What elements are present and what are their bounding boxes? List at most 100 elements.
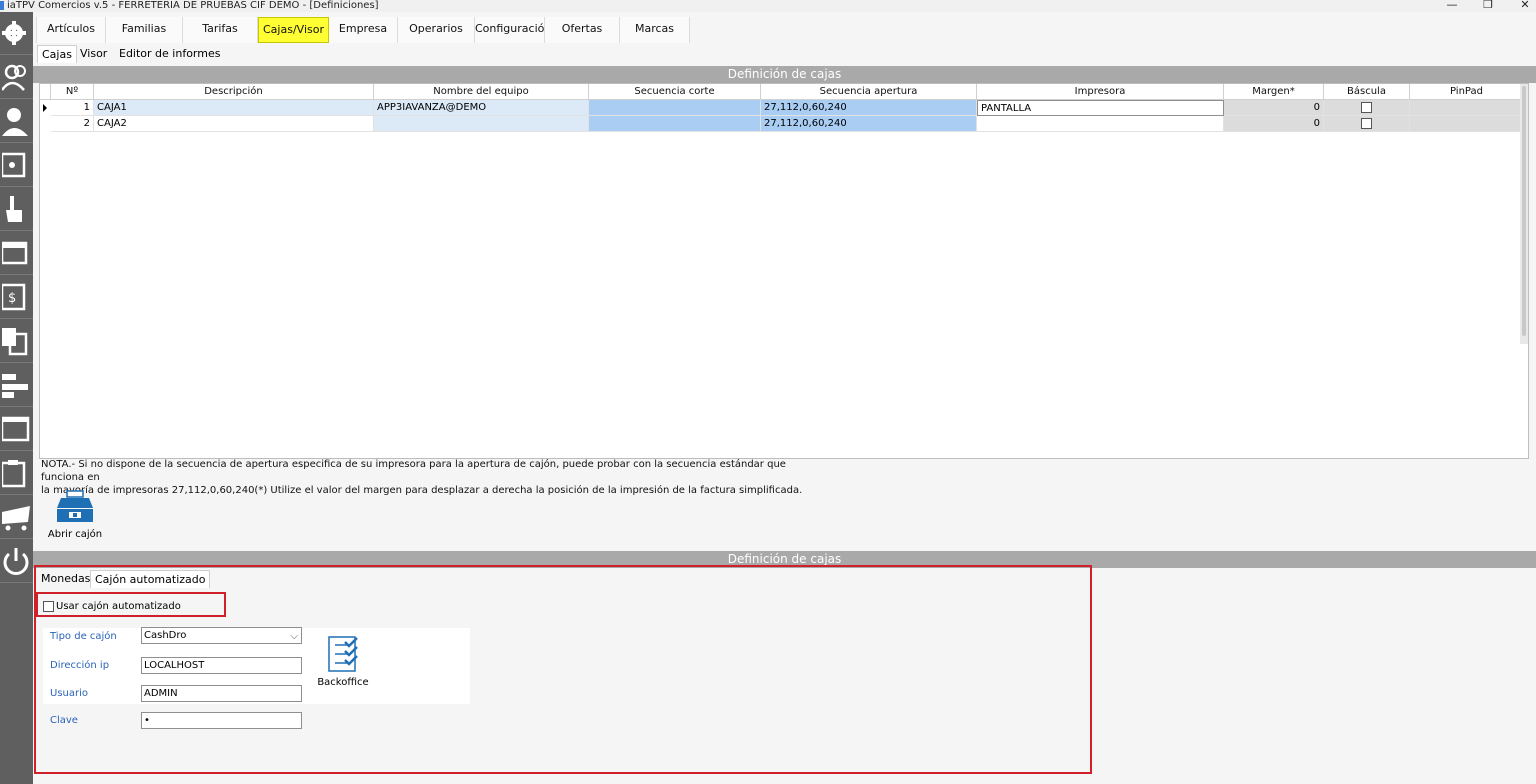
- main-panel: Artículos Familias Tarifas Cajas/Visor E…: [33, 12, 1536, 784]
- bascula-checkbox[interactable]: [1361, 118, 1372, 129]
- table-cell-num[interactable]: 1: [51, 100, 94, 116]
- table-cell-pinpad[interactable]: [1410, 100, 1524, 116]
- table-cell-impresora[interactable]: [977, 116, 1224, 132]
- col-header-bascula[interactable]: Báscula: [1324, 84, 1410, 100]
- table-cell-pinpad[interactable]: [1410, 116, 1524, 132]
- tab-articulos[interactable]: Artículos: [36, 17, 106, 43]
- col-header-descripcion[interactable]: Descripción: [94, 84, 374, 100]
- tab-operarios[interactable]: Operarios: [398, 17, 475, 43]
- table-cell-apertura[interactable]: 27,112,0,60,240: [761, 100, 977, 116]
- col-header-margen[interactable]: Margen*: [1224, 84, 1324, 100]
- apertura-note: NOTA.- Si no dispone de la secuencia de …: [41, 458, 831, 497]
- table-cell-corte[interactable]: [589, 116, 761, 132]
- table-cell-apertura[interactable]: 27,112,0,60,240: [761, 116, 977, 132]
- minimize-button[interactable]: —: [1437, 0, 1467, 11]
- user-icon: [1, 108, 28, 136]
- direccion-ip-field[interactable]: LOCALHOST: [141, 657, 302, 674]
- svg-text:$: $: [8, 291, 16, 306]
- hand-pointer-icon: [5, 196, 22, 222]
- sidebar-item-cart[interactable]: [0, 496, 33, 539]
- sidebar-item-touch[interactable]: [0, 188, 33, 231]
- sidebar-item-clipboard[interactable]: [0, 452, 33, 495]
- restore-button[interactable]: ❐: [1473, 0, 1503, 11]
- cash-drawer-icon: [57, 490, 93, 522]
- grid-indicator-header: [40, 84, 51, 100]
- usuario-field[interactable]: ADMIN: [141, 685, 302, 702]
- subtab-visor[interactable]: Visor: [76, 45, 111, 63]
- table-cell-corte[interactable]: [589, 100, 761, 116]
- sidebar-item-exit[interactable]: [0, 540, 33, 583]
- table-cell-descripcion[interactable]: CAJA2: [94, 116, 374, 132]
- sidebar-item-layout[interactable]: [0, 364, 33, 407]
- cajas-section-header: Definición de cajas: [33, 66, 1536, 83]
- close-button[interactable]: ✕: [1510, 0, 1536, 11]
- tab-familias[interactable]: Familias: [106, 17, 183, 43]
- col-header-apertura[interactable]: Secuencia apertura: [761, 84, 977, 100]
- sidebar-item-user[interactable]: [0, 100, 33, 143]
- col-header-pinpad[interactable]: PinPad: [1410, 84, 1524, 100]
- sidebar: $: [0, 12, 33, 784]
- power-icon: [3, 548, 28, 575]
- table-cell-descripcion[interactable]: CAJA1: [94, 100, 374, 116]
- table-cell-impresora[interactable]: PANTALLA: [977, 100, 1224, 116]
- grid-scrollbar-thumb[interactable]: [1522, 86, 1526, 336]
- subtab-editor-informes[interactable]: Editor de informes: [115, 45, 224, 63]
- note-line-2: la mayoría de impresoras 27,112,0,60,240…: [41, 485, 803, 496]
- sidebar-item-safe[interactable]: [0, 144, 33, 187]
- table-cell-bascula[interactable]: [1324, 116, 1410, 132]
- window-icon: [1, 416, 29, 442]
- table-cell-equipo[interactable]: APP3IAVANZA@DEMO: [374, 100, 589, 116]
- table-cell-bascula[interactable]: [1324, 100, 1410, 116]
- clipboard-icon: [1, 460, 25, 488]
- tab-empresa[interactable]: Empresa: [329, 17, 398, 43]
- row-indicator-icon: [40, 100, 50, 116]
- col-header-equipo[interactable]: Nombre del equipo: [374, 84, 589, 100]
- sidebar-item-window[interactable]: [0, 408, 33, 451]
- table-cell-equipo[interactable]: [374, 116, 589, 132]
- cart-icon: [1, 506, 30, 531]
- gear-icon: [1, 21, 26, 45]
- backoffice-label: Backoffice: [317, 677, 369, 688]
- users-icon: [1, 64, 26, 91]
- window-title: iaTPV Comercios v.5 - FERRETERIA DE PRUE…: [7, 0, 379, 11]
- sidebar-item-settings[interactable]: [0, 12, 33, 55]
- col-header-num[interactable]: Nº: [51, 84, 94, 100]
- app-icon: [0, 1, 4, 10]
- table-cell-margen[interactable]: 0: [1224, 116, 1324, 132]
- safe-icon: [1, 152, 25, 178]
- sidebar-item-cash[interactable]: $: [0, 276, 33, 319]
- usar-cajon-label[interactable]: Usar cajón automatizado: [56, 601, 181, 612]
- col-header-impresora[interactable]: Impresora: [977, 84, 1224, 100]
- clave-label: Clave: [50, 715, 78, 726]
- tab-marcas[interactable]: Marcas: [620, 17, 690, 43]
- tab-configuracion[interactable]: Configuración: [475, 17, 551, 43]
- tab-tarifas[interactable]: Tarifas: [183, 17, 258, 43]
- chevron-down-icon[interactable]: ⌵: [290, 629, 298, 644]
- abrir-cajon-label: Abrir cajón: [47, 529, 103, 540]
- abrir-cajon-button[interactable]: Abrir cajón: [45, 490, 105, 542]
- cajas-grid: Nº Descripción Nombre del equipo Secuenc…: [39, 83, 1529, 459]
- usuario-label: Usuario: [50, 688, 89, 699]
- grid-scrollbar[interactable]: [1520, 84, 1528, 344]
- tab-cajas-visor[interactable]: Cajas/Visor: [258, 17, 329, 43]
- table-cell-margen[interactable]: 0: [1224, 100, 1324, 116]
- sidebar-item-browser[interactable]: [0, 232, 33, 275]
- tab-ofertas[interactable]: Ofertas: [545, 17, 620, 43]
- sidebar-item-users[interactable]: [0, 56, 33, 99]
- documents-icon: [1, 328, 27, 356]
- tipo-cajon-select[interactable]: CashDro ⌵: [141, 627, 302, 644]
- backoffice-button[interactable]: Backoffice: [317, 636, 369, 688]
- subtab-cajas[interactable]: Cajas: [37, 45, 77, 63]
- tipo-cajon-label: Tipo de cajón: [50, 631, 117, 642]
- usar-cajon-checkbox[interactable]: [43, 601, 54, 612]
- sidebar-item-documents[interactable]: [0, 320, 33, 363]
- bascula-checkbox[interactable]: [1361, 102, 1372, 113]
- checklist-icon: [328, 636, 358, 672]
- table-cell-num[interactable]: 2: [51, 116, 94, 132]
- col-header-corte[interactable]: Secuencia corte: [589, 84, 761, 100]
- direccion-ip-label: Dirección ip: [50, 660, 110, 671]
- tipo-cajon-value: CashDro: [144, 630, 187, 641]
- layout-icon: [1, 374, 28, 398]
- note-line-1: NOTA.- Si no dispone de la secuencia de …: [41, 459, 786, 483]
- clave-field[interactable]: •: [141, 712, 302, 729]
